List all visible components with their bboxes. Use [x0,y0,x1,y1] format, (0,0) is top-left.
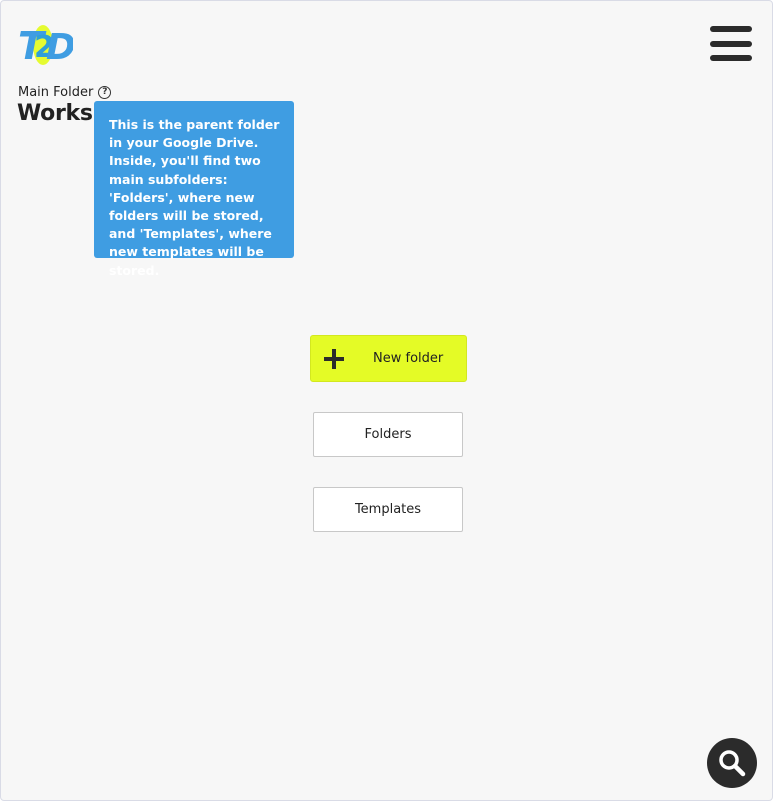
folders-button[interactable]: Folders [313,412,463,457]
new-folder-button[interactable]: New folder [310,335,467,382]
new-folder-label: New folder [373,351,444,366]
hamburger-menu-icon[interactable] [709,25,753,63]
help-tooltip: This is the parent folder in your Google… [94,101,294,278]
menu-bar-middle [710,41,752,47]
main-folder-text: Main Folder [18,85,94,100]
svg-text:D: D [46,27,73,67]
templates-button[interactable]: Templates [313,487,463,532]
search-icon [719,750,746,777]
app-frame: T 2 D Main Folder ? Worksp This is the p… [0,0,773,801]
t2d-logo[interactable]: T 2 D [17,17,76,68]
menu-bar-bottom [710,55,752,61]
main-folder-label: Main Folder ? [18,85,112,100]
menu-bar-top [710,26,752,32]
folders-label: Folders [364,427,412,442]
search-fab-button[interactable] [707,738,757,788]
question-circle-icon[interactable]: ? [98,86,112,99]
templates-label: Templates [354,502,422,517]
plus-icon [324,349,344,369]
